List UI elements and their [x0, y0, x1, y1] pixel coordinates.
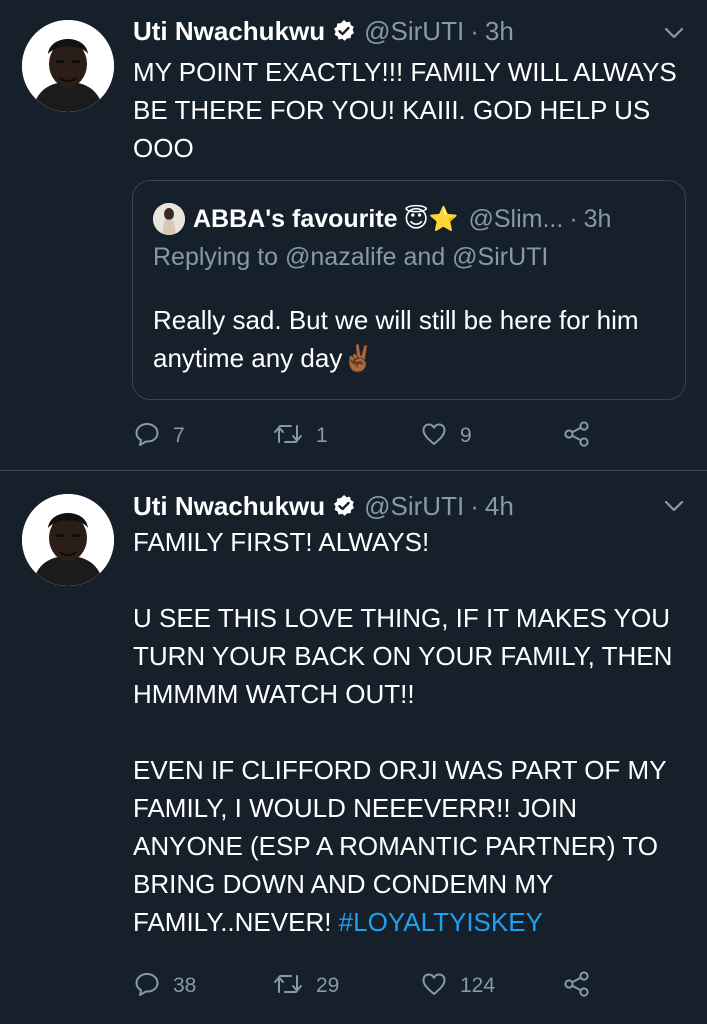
- author-name[interactable]: Uti Nwachukwu: [133, 16, 325, 47]
- hashtag-link[interactable]: #LOYALTYISKEY: [339, 907, 543, 937]
- chevron-down-icon[interactable]: [661, 493, 687, 519]
- quoted-tweet[interactable]: ABBA's favourite 😇⭐ @Slim... · 3h Replyi…: [132, 180, 686, 400]
- like-count: 124: [460, 974, 496, 997]
- separator-dot: ·: [569, 204, 578, 233]
- tweet-actions: 38 29 124: [0, 966, 707, 1006]
- retweet-count: 1: [316, 424, 328, 447]
- quoted-text-body: Really sad. But we will still be here fo…: [153, 305, 639, 373]
- separator-dot: ·: [470, 490, 479, 521]
- victory-hand-emoji: ✌🏾: [342, 343, 375, 373]
- quoted-author-emoji: 😇⭐: [403, 205, 459, 233]
- heart-icon: [420, 970, 448, 1003]
- like-button[interactable]: 9: [420, 416, 472, 456]
- reply-count: 38: [173, 974, 197, 997]
- tweet[interactable]: Uti Nwachukwu @SirUTI · 4h FAMILY FIRST!…: [0, 471, 707, 1024]
- timestamp[interactable]: 4h: [485, 491, 514, 522]
- quoted-tweet-text: Really sad. But we will still be here fo…: [153, 301, 667, 377]
- share-button[interactable]: [562, 416, 592, 456]
- author-handle[interactable]: @SirUTI: [364, 491, 464, 522]
- tweet-text-body: FAMILY FIRST! ALWAYS! U SEE THIS LOVE TH…: [133, 527, 673, 937]
- quoted-author-name: ABBA's favourite: [193, 204, 398, 233]
- author-name[interactable]: Uti Nwachukwu: [133, 491, 325, 522]
- tweet-header: Uti Nwachukwu @SirUTI · 3h: [133, 14, 514, 48]
- reply-count: 7: [173, 424, 185, 447]
- share-icon: [562, 419, 592, 454]
- verified-badge-icon: [332, 494, 356, 518]
- tweet[interactable]: Uti Nwachukwu @SirUTI · 3h MY POINT EXAC…: [0, 0, 707, 471]
- retweet-icon: [272, 970, 304, 1003]
- chevron-down-icon[interactable]: [661, 20, 687, 46]
- avatar[interactable]: [22, 20, 114, 112]
- timestamp[interactable]: 3h: [485, 16, 514, 47]
- share-icon: [562, 969, 592, 1004]
- replying-to: Replying to @nazalife and @SirUTI: [153, 243, 549, 271]
- tweet-header: Uti Nwachukwu @SirUTI · 4h: [133, 489, 514, 523]
- reply-button[interactable]: 7: [133, 416, 185, 456]
- quoted-author-handle: @Slim...: [468, 204, 564, 233]
- tweet-text: MY POINT EXACTLY!!! FAMILY WILL ALWAYS B…: [133, 57, 677, 163]
- reply-icon: [133, 970, 161, 1003]
- separator-dot: ·: [470, 15, 479, 46]
- tweet-text: FAMILY FIRST! ALWAYS! U SEE THIS LOVE TH…: [133, 523, 687, 941]
- verified-badge-icon: [332, 19, 356, 43]
- share-button[interactable]: [562, 966, 592, 1006]
- retweet-button[interactable]: 1: [272, 416, 328, 456]
- reply-button[interactable]: 38: [133, 966, 196, 1006]
- like-count: 9: [460, 424, 472, 447]
- retweet-button[interactable]: 29: [272, 966, 339, 1006]
- like-button[interactable]: 124: [420, 966, 495, 1006]
- quoted-timestamp: 3h: [583, 204, 612, 233]
- retweet-icon: [272, 420, 304, 453]
- tweet-actions: 7 1 9: [0, 416, 707, 456]
- quoted-tweet-header: ABBA's favourite 😇⭐ @Slim... · 3h: [153, 201, 611, 237]
- quoted-avatar: [153, 203, 185, 235]
- avatar[interactable]: [22, 494, 114, 586]
- reply-icon: [133, 420, 161, 453]
- retweet-count: 29: [316, 974, 340, 997]
- author-handle[interactable]: @SirUTI: [364, 16, 464, 47]
- heart-icon: [420, 420, 448, 453]
